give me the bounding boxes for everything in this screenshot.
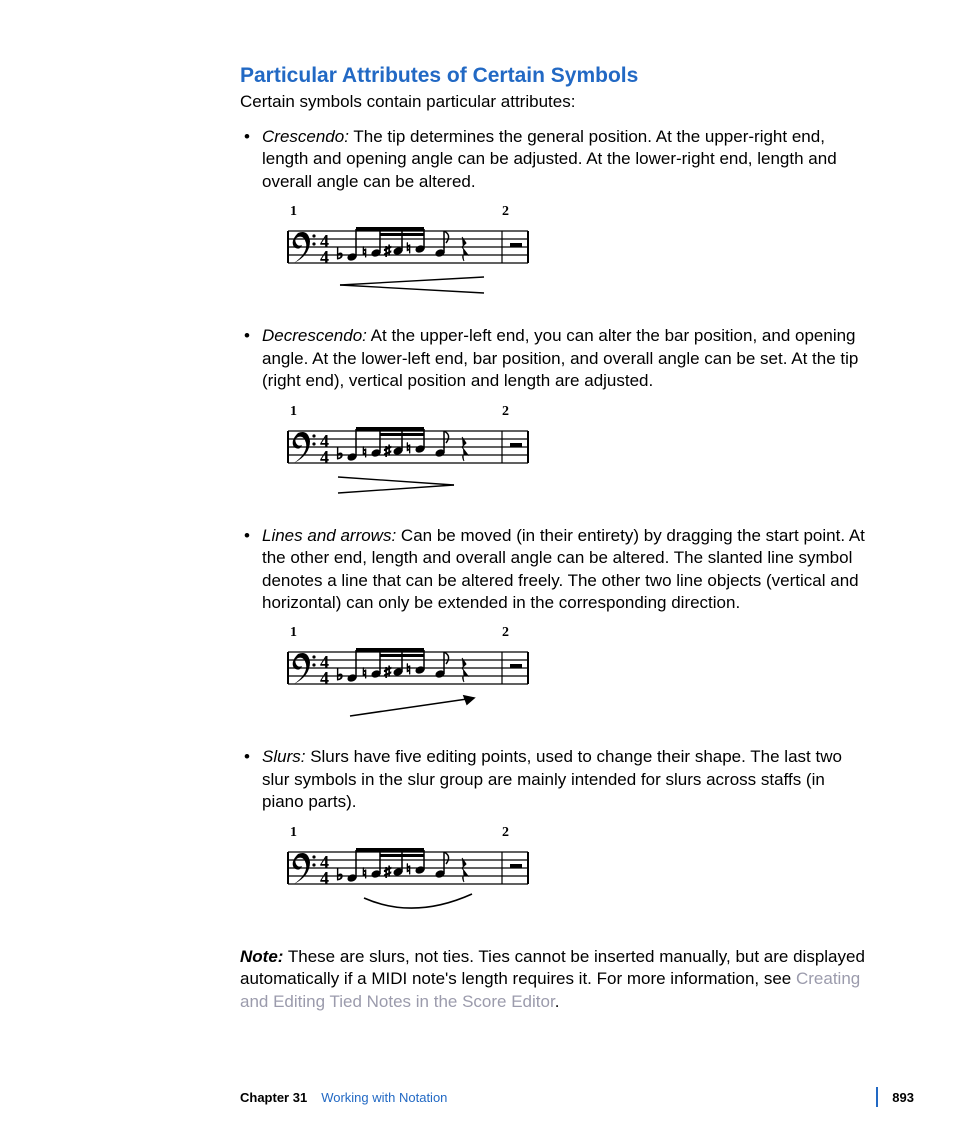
term-slurs: Slurs: [262, 747, 305, 766]
svg-text:♭: ♭ [336, 246, 344, 263]
measure-number-1: 1 [290, 204, 297, 219]
chapter-title[interactable]: Working with Notation [321, 1090, 447, 1105]
page-number: 893 [892, 1090, 914, 1105]
chapter-label: Chapter 31 [240, 1090, 307, 1105]
page-footer: Chapter 31 Working with Notation 893 [240, 1087, 914, 1107]
figure-crescendo: 1 2 [262, 203, 866, 303]
measure-number-1: 1 [290, 625, 297, 640]
item-text: The tip determines the general position.… [262, 127, 837, 191]
note-label: Note: [240, 947, 283, 966]
figure-decrescendo: 1 2 [262, 403, 866, 503]
measure-number-2: 2 [502, 825, 509, 840]
svg-text:4: 4 [320, 247, 329, 267]
section-heading: Particular Attributes of Certain Symbols [240, 64, 866, 88]
svg-text:♮: ♮ [362, 246, 367, 261]
svg-text:♮: ♮ [406, 242, 411, 257]
measure-number-1: 1 [290, 825, 297, 840]
term-lines-arrows: Lines and arrows: [262, 526, 396, 545]
note-text-2: . [555, 992, 560, 1011]
svg-text:♮: ♮ [406, 442, 411, 457]
staff-crescendo-icon: 1 2 [284, 203, 544, 303]
svg-text:♮: ♮ [362, 446, 367, 461]
footer-divider [876, 1087, 878, 1107]
svg-text:♯: ♯ [384, 444, 392, 459]
list-item: Lines and arrows: Can be moved (in their… [240, 525, 866, 725]
measure-number-1: 1 [290, 404, 297, 419]
staff-slur-icon: 1 2 [284, 824, 544, 924]
svg-text:4: 4 [320, 868, 329, 888]
intro-text: Certain symbols contain particular attri… [240, 92, 866, 112]
bullet-list: Crescendo: The tip determines the genera… [240, 126, 866, 924]
svg-text:♯: ♯ [384, 865, 392, 880]
svg-text:♯: ♯ [384, 244, 392, 259]
svg-text:♮: ♮ [362, 667, 367, 682]
note-paragraph: Note: These are slurs, not ties. Ties ca… [240, 946, 866, 1013]
figure-slur: 1 2 [262, 824, 866, 924]
staff-decrescendo-icon: 1 2 [284, 403, 544, 503]
note-text-1: These are slurs, not ties. Ties cannot b… [240, 947, 865, 988]
measure-number-2: 2 [502, 625, 509, 640]
measure-number-2: 2 [502, 404, 509, 419]
term-decrescendo: Decrescendo: [262, 326, 367, 345]
page: Particular Attributes of Certain Symbols… [0, 0, 954, 1145]
staff-arrow-icon: 1 2 [284, 624, 544, 724]
list-item: Decrescendo: At the upper-left end, you … [240, 325, 866, 502]
svg-text:♭: ♭ [336, 446, 344, 463]
svg-text:♮: ♮ [406, 663, 411, 678]
svg-text:♮: ♮ [406, 863, 411, 878]
svg-text:♯: ♯ [384, 665, 392, 680]
svg-text:♭: ♭ [336, 867, 344, 884]
list-item: Crescendo: The tip determines the genera… [240, 126, 866, 303]
svg-text:♭: ♭ [336, 667, 344, 684]
term-crescendo: Crescendo: [262, 127, 349, 146]
item-text: Slurs have five editing points, used to … [262, 747, 842, 811]
svg-text:♮: ♮ [362, 867, 367, 882]
figure-arrow: 1 2 [262, 624, 866, 724]
list-item: Slurs: Slurs have five editing points, u… [240, 746, 866, 923]
svg-text:4: 4 [320, 668, 329, 688]
measure-number-2: 2 [502, 204, 509, 219]
svg-text:4: 4 [320, 447, 329, 467]
